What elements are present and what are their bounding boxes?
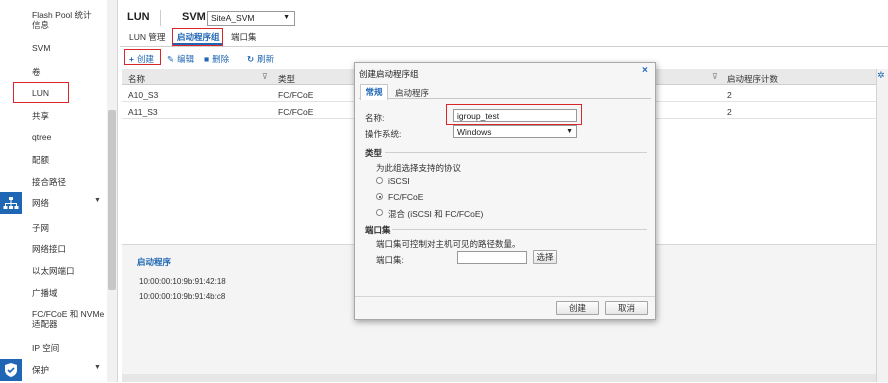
sidebar-item-volumes[interactable]: 卷 xyxy=(32,66,41,78)
table-scrollbar[interactable] xyxy=(876,69,888,382)
cell-type: FC/FCoE xyxy=(278,107,314,117)
sidebar-item-shares[interactable]: 共享 xyxy=(32,110,49,122)
edit-button[interactable]: ✎ 编辑 xyxy=(167,53,194,65)
os-select[interactable]: Windows ▼ xyxy=(453,125,577,138)
portset-field[interactable] xyxy=(457,251,527,264)
sidebar-scrollbar-thumb[interactable] xyxy=(108,110,116,290)
os-select-value: Windows xyxy=(457,127,492,137)
sidebar-section-label: 保护 xyxy=(32,365,50,375)
sidebar-section-protection[interactable]: 保护 ▼ xyxy=(0,359,110,381)
cell-name: A11_S3 xyxy=(128,107,158,117)
sidebar-item-network-interface[interactable]: 网络接口 xyxy=(32,243,66,255)
divider xyxy=(385,152,647,153)
svm-label: SVM xyxy=(182,11,206,23)
divider xyxy=(392,229,647,230)
sidebar-item-ethernet-port[interactable]: 以太网端口 xyxy=(32,265,75,277)
create-igroup-dialog xyxy=(354,62,656,320)
cell-count: 2 xyxy=(727,90,732,100)
highlight-box xyxy=(124,49,161,65)
refresh-icon: ↻ xyxy=(247,54,255,64)
divider xyxy=(120,46,888,47)
horizontal-scrollbar[interactable] xyxy=(122,374,876,382)
choose-button[interactable]: 选择 xyxy=(533,250,557,264)
tab-lun-management[interactable]: LUN 管理 xyxy=(129,31,165,43)
refresh-button[interactable]: ↻ 刷新 xyxy=(247,53,274,65)
chevron-down-icon: ▼ xyxy=(94,197,101,204)
create-dialog-button[interactable]: 创建 xyxy=(556,301,599,315)
detail-title: 启动程序 xyxy=(137,257,172,267)
delete-button[interactable]: ■ 删除 xyxy=(204,53,229,65)
delete-button-label: 删除 xyxy=(212,54,230,64)
radio-iscsi[interactable] xyxy=(376,177,383,184)
highlight-box xyxy=(446,104,582,125)
column-header-type[interactable]: 类型 xyxy=(278,73,295,85)
divider xyxy=(355,296,655,297)
filter-icon[interactable]: ⊽ xyxy=(712,72,718,81)
sidebar-section-label: 网络 xyxy=(32,198,50,208)
tab-portsets[interactable]: 端口集 xyxy=(231,31,257,43)
gear-icon[interactable]: ✲ xyxy=(877,70,885,81)
sidebar-item-subnet[interactable]: 子网 xyxy=(32,222,49,234)
cell-name: A10_S3 xyxy=(128,90,159,100)
radio-mixed[interactable] xyxy=(376,209,383,216)
dialog-title: 创建启动程序组 xyxy=(359,69,419,79)
sidebar-item-flash-pool-stats[interactable]: Flash Pool 统计 信息 xyxy=(32,10,92,30)
type-section-title: 类型 xyxy=(365,148,383,158)
cell-count: 2 xyxy=(727,107,732,117)
name-label: 名称: xyxy=(365,113,385,123)
highlight-box xyxy=(172,28,223,46)
sidebar-item-broadcast-domain[interactable]: 广播域 xyxy=(32,287,58,299)
close-icon[interactable]: × xyxy=(642,65,648,76)
cell-type: FC/FCoE xyxy=(278,90,314,100)
sidebar-item-svm[interactable]: SVM xyxy=(32,43,50,53)
initiator-wwn: 10:00:00:10:9b:91:42:18 xyxy=(139,277,226,286)
radio-label: iSCSI xyxy=(388,176,410,186)
chevron-down-icon: ▼ xyxy=(283,14,290,21)
trash-icon: ■ xyxy=(204,54,210,64)
network-icon xyxy=(0,192,22,214)
initiator-wwn: 10:00:00:10:9b:91:4b:c8 xyxy=(139,292,226,301)
page-title: LUN xyxy=(127,11,150,23)
sidebar-item-fc-fcoe-nvme-adapter[interactable]: FC/FCoE 和 NVMe 适配器 xyxy=(32,309,104,329)
sidebar-item-quota[interactable]: 配额 xyxy=(32,154,49,166)
sidebar: Flash Pool 统计 信息 SVM 卷 LUN 共享 qtree 配额 接… xyxy=(0,0,118,382)
radio-label: FC/FCoE xyxy=(388,192,424,202)
svm-select[interactable]: SiteA_SVM ▼ xyxy=(207,11,295,26)
svm-select-value: SiteA_SVM xyxy=(211,13,255,23)
highlight-box xyxy=(13,82,69,103)
filter-icon[interactable]: ⊽ xyxy=(262,72,268,81)
edit-button-label: 编辑 xyxy=(177,54,195,64)
divider xyxy=(160,10,161,26)
radio-label: 混合 (iSCSI 和 FC/FCoE) xyxy=(388,209,484,219)
portset-label: 端口集: xyxy=(376,255,404,265)
cancel-button[interactable]: 取消 xyxy=(605,301,648,315)
chevron-down-icon: ▼ xyxy=(566,128,573,135)
refresh-button-label: 刷新 xyxy=(257,54,275,64)
sidebar-item-ipspace[interactable]: IP 空间 xyxy=(32,342,59,354)
portset-hint: 端口集可控制对主机可见的路径数量。 xyxy=(376,239,521,249)
chevron-down-icon: ▼ xyxy=(94,364,101,371)
sidebar-item-junction-path[interactable]: 接合路径 xyxy=(32,176,66,188)
column-header-initiator-count[interactable]: 启动程序计数 xyxy=(727,73,778,85)
os-label: 操作系统: xyxy=(365,129,402,139)
radio-fc-fcoe[interactable] xyxy=(376,193,383,200)
type-hint: 为此组选择支持的协议 xyxy=(376,163,462,173)
shield-icon xyxy=(0,359,22,381)
pencil-icon: ✎ xyxy=(167,54,175,64)
tab-general[interactable]: 常规 xyxy=(360,84,388,100)
sidebar-item-qtree[interactable]: qtree xyxy=(32,132,51,142)
portset-section-title: 端口集 xyxy=(365,225,391,235)
sidebar-section-network[interactable]: 网络 ▼ xyxy=(0,192,110,214)
column-header-name[interactable]: 名称 xyxy=(128,73,145,85)
tab-initiators[interactable]: 启动程序 xyxy=(395,87,429,99)
